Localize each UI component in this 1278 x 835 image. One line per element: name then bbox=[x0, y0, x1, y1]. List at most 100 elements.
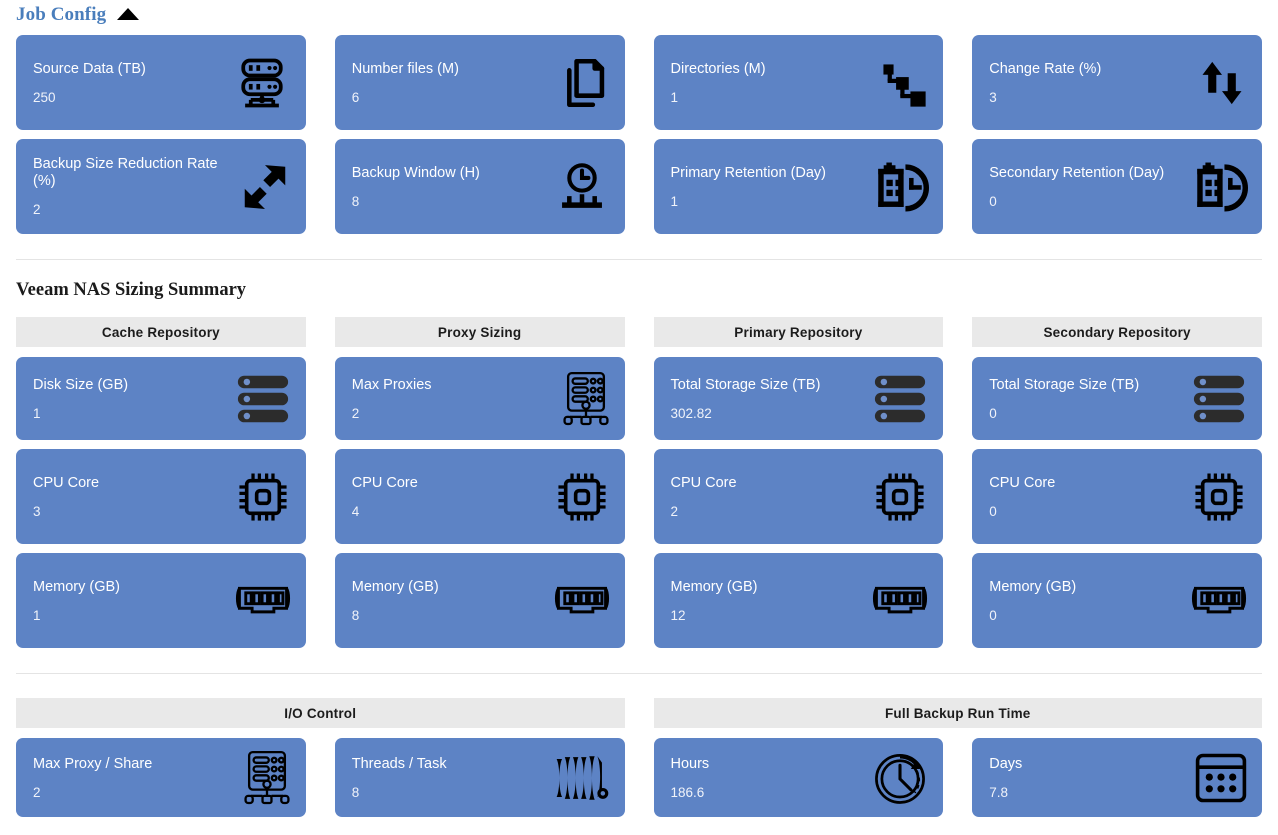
metric-card-text: Backup Size Reduction Rate (%) 2 bbox=[33, 156, 223, 217]
metric-card-backup-size-reduction-rate[interactable]: Backup Size Reduction Rate (%) 2 bbox=[16, 139, 306, 234]
metric-card-hours[interactable]: Hours 186.6 bbox=[653, 738, 944, 817]
job-config-column-2: Number files (M) 6 Backup Window (H) 8 bbox=[334, 35, 625, 234]
proxy-server-icon bbox=[561, 370, 611, 428]
metric-card-total-storage-size[interactable]: Total Storage Size (TB) 302.82 bbox=[653, 357, 944, 440]
metric-value: 1 bbox=[670, 89, 679, 105]
metric-card-source-data[interactable]: Source Data (TB) 250 bbox=[16, 35, 306, 130]
job-config-grid: Source Data (TB) 250 Backup Size Reducti… bbox=[0, 35, 1278, 234]
metric-card-text: Total Storage Size (TB) 302.82 bbox=[671, 377, 821, 421]
metric-label: Primary Retention (Day) bbox=[670, 164, 827, 181]
metric-card-max-proxy-share[interactable]: Max Proxy / Share 2 bbox=[16, 738, 306, 817]
metric-card-secondary-retention[interactable]: Secondary Retention (Day) 0 bbox=[972, 139, 1262, 234]
metric-label: Total Storage Size (TB) bbox=[989, 376, 1140, 393]
compress-arrows-icon bbox=[238, 160, 292, 214]
metric-card-directories[interactable]: Directories (M) 1 bbox=[653, 35, 944, 130]
metric-card-text: Total Storage Size (TB) 0 bbox=[989, 377, 1139, 421]
metric-label: CPU Core bbox=[351, 474, 418, 491]
job-config-title: Job Config bbox=[16, 3, 107, 25]
metric-card-days[interactable]: Days 7.8 bbox=[972, 738, 1262, 817]
metric-card-text: Primary Retention (Day) 1 bbox=[671, 165, 827, 209]
summary-column-primary-repository: Primary Repository Total Storage Size (T… bbox=[653, 317, 944, 648]
metric-card-disk-size[interactable]: Disk Size (GB) 1 bbox=[16, 357, 306, 440]
metric-value: 12 bbox=[670, 607, 686, 623]
metric-card-memory[interactable]: Memory (GB) 8 bbox=[334, 553, 625, 648]
metric-card-text: Threads / Task 8 bbox=[352, 756, 447, 800]
metric-card-text: Number files (M) 6 bbox=[352, 61, 459, 105]
job-config-header[interactable]: Job Config bbox=[0, 0, 1278, 28]
metric-label: Backup Size Reduction Rate (%) bbox=[33, 156, 218, 190]
job-config-column-4: Change Rate (%) 3 Secondary Retention (D… bbox=[972, 35, 1262, 234]
metric-label: Max Proxy / Share bbox=[33, 755, 153, 772]
directory-tree-icon bbox=[875, 56, 929, 110]
metric-card-number-files[interactable]: Number files (M) 6 bbox=[334, 35, 625, 130]
job-config-column-3: Directories (M) 1 Primary Retention (Day… bbox=[653, 35, 944, 234]
metric-label: Disk Size (GB) bbox=[33, 376, 129, 393]
metric-value: 2 bbox=[33, 202, 41, 218]
metric-label: Hours bbox=[670, 755, 710, 772]
metric-card-text: Change Rate (%) 3 bbox=[989, 61, 1101, 105]
metric-label: Memory (GB) bbox=[33, 578, 120, 595]
column-header: I/O Control bbox=[16, 698, 625, 728]
metric-card-text: Disk Size (GB) 1 bbox=[33, 377, 128, 421]
metric-card-text: CPU Core 3 bbox=[33, 475, 99, 519]
threads-bellows-icon bbox=[553, 753, 611, 803]
bottom-column-full-backup-run-time: Full Backup Run Time Hours 186.6 Days 7.… bbox=[653, 698, 1262, 817]
metric-card-threads-task[interactable]: Threads / Task 8 bbox=[334, 738, 625, 817]
metric-card-text: Memory (GB) 12 bbox=[671, 579, 758, 623]
metric-card-change-rate[interactable]: Change Rate (%) 3 bbox=[972, 35, 1262, 130]
section-divider-2 bbox=[16, 673, 1262, 674]
metric-card-text: Backup Window (H) 8 bbox=[352, 165, 480, 209]
metric-label: CPU Core bbox=[670, 474, 737, 491]
metric-card-cpu-core[interactable]: CPU Core 2 bbox=[653, 449, 944, 544]
metric-label: Backup Window (H) bbox=[351, 164, 480, 181]
metric-card-text: Source Data (TB) 250 bbox=[33, 61, 146, 105]
metric-card-cpu-core[interactable]: CPU Core 0 bbox=[972, 449, 1262, 544]
metric-value: 2 bbox=[670, 503, 679, 519]
calendar-grid-icon bbox=[1194, 751, 1248, 805]
metric-value: 7.8 bbox=[989, 784, 1009, 800]
sizing-dashboard: Job Config Source Data (TB) 250 Backup S… bbox=[0, 0, 1278, 835]
metric-value: 302.82 bbox=[670, 405, 712, 421]
metric-card-text: Days 7.8 bbox=[989, 756, 1022, 800]
metric-value: 1 bbox=[33, 607, 41, 623]
metric-card-total-storage-size[interactable]: Total Storage Size (TB) 0 bbox=[972, 357, 1262, 440]
metric-value: 186.6 bbox=[670, 784, 705, 800]
metric-label: Source Data (TB) bbox=[33, 60, 146, 77]
documents-copy-icon bbox=[553, 54, 611, 112]
metric-card-text: CPU Core 0 bbox=[989, 475, 1055, 519]
disk-stack-icon bbox=[871, 373, 929, 425]
server-rack-icon bbox=[232, 53, 292, 113]
metric-value: 0 bbox=[989, 503, 997, 519]
metric-label: Max Proxies bbox=[351, 376, 432, 393]
metric-card-cpu-core[interactable]: CPU Core 3 bbox=[16, 449, 306, 544]
summary-header: Veeam NAS Sizing Summary bbox=[0, 281, 1278, 303]
summary-column-cache-repository: Cache Repository Disk Size (GB) 1 CPU Co… bbox=[16, 317, 306, 648]
metric-label: Secondary Retention (Day) bbox=[989, 164, 1165, 181]
metric-value: 8 bbox=[351, 193, 360, 209]
io-control-cards: Max Proxy / Share 2 Threads / Task 8 bbox=[16, 738, 625, 817]
metric-card-memory[interactable]: Memory (GB) 1 bbox=[16, 553, 306, 648]
metric-label: CPU Core bbox=[989, 474, 1056, 491]
metric-card-primary-retention[interactable]: Primary Retention (Day) 1 bbox=[653, 139, 944, 234]
metric-card-backup-window[interactable]: Backup Window (H) 8 bbox=[334, 139, 625, 234]
column-header: Proxy Sizing bbox=[334, 317, 625, 347]
metric-card-memory[interactable]: Memory (GB) 12 bbox=[653, 553, 944, 648]
metric-value: 2 bbox=[33, 784, 41, 800]
metric-value: 0 bbox=[989, 193, 997, 209]
metric-value: 0 bbox=[989, 607, 997, 623]
column-header: Secondary Repository bbox=[972, 317, 1262, 347]
metric-value: 4 bbox=[351, 503, 360, 519]
metric-value: 0 bbox=[989, 405, 997, 421]
memory-ram-icon bbox=[871, 584, 929, 618]
up-down-arrows-icon bbox=[1196, 54, 1248, 112]
memory-ram-icon bbox=[1190, 584, 1248, 618]
bottom-grid: I/O Control Max Proxy / Share 2 Threads … bbox=[0, 698, 1278, 817]
metric-card-cpu-core[interactable]: CPU Core 4 bbox=[334, 449, 625, 544]
metric-value: 3 bbox=[33, 503, 41, 519]
metric-card-max-proxies[interactable]: Max Proxies 2 bbox=[334, 357, 625, 440]
clock-arrow-icon bbox=[871, 749, 929, 807]
memory-ram-icon bbox=[234, 584, 292, 618]
metric-label: Threads / Task bbox=[351, 755, 447, 772]
caret-up-icon[interactable] bbox=[117, 8, 140, 20]
metric-card-memory[interactable]: Memory (GB) 0 bbox=[972, 553, 1262, 648]
